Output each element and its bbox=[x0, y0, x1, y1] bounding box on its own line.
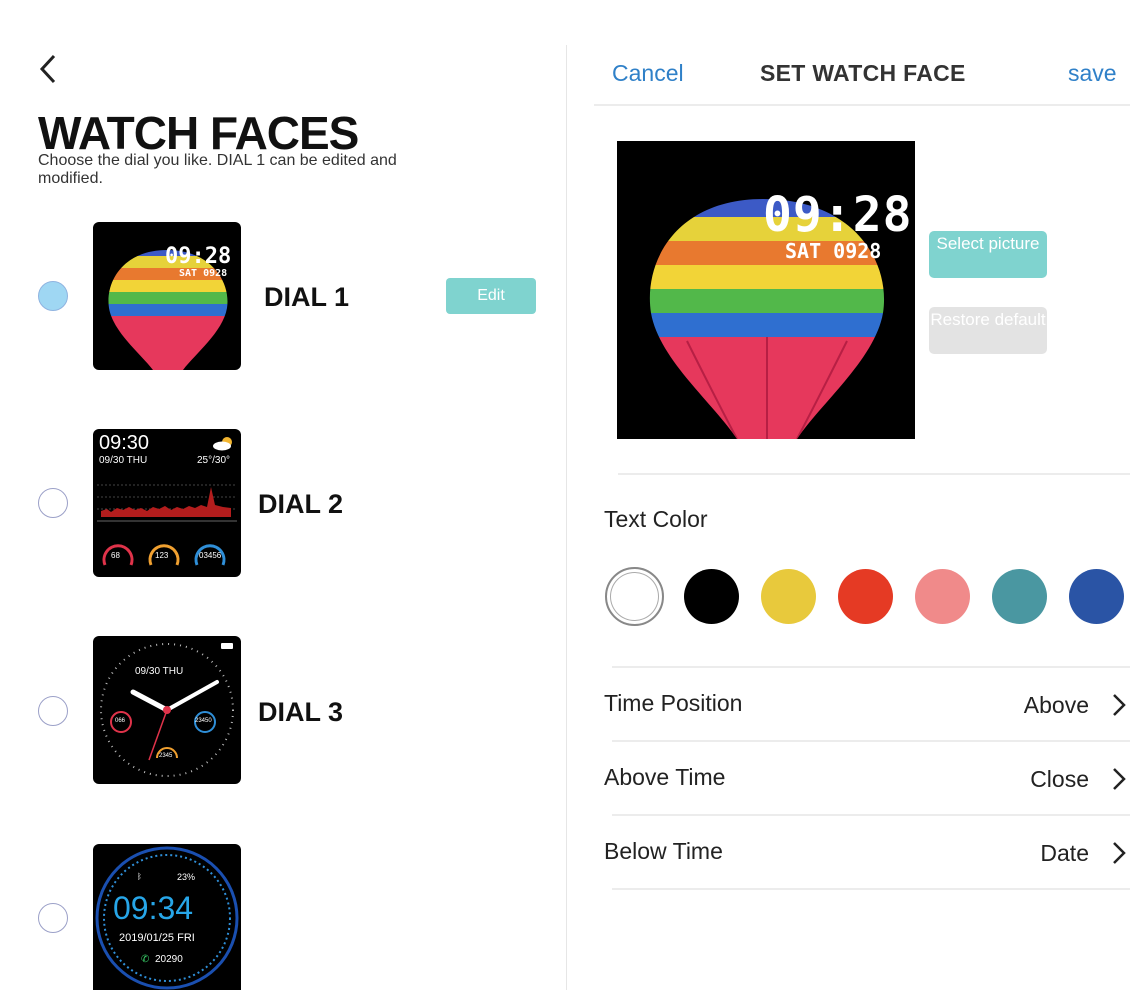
panel-divider bbox=[566, 45, 567, 990]
watch-face-preview: 09:28 SAT 0928 bbox=[617, 141, 915, 439]
color-swatch-black[interactable] bbox=[684, 569, 739, 624]
dial-3-label: DIAL 3 bbox=[258, 697, 344, 727]
color-swatch-yellow[interactable] bbox=[761, 569, 816, 624]
analog-watch-face bbox=[100, 643, 234, 777]
page-subtitle: Choose the dial you like. DIAL 1 can be … bbox=[38, 152, 397, 187]
setting-label: Below Time bbox=[604, 838, 723, 864]
setting-value: Above bbox=[1023, 692, 1089, 718]
heart-rate-graph bbox=[97, 484, 237, 522]
edit-button[interactable]: Edit bbox=[446, 278, 536, 314]
setting-row-below-time[interactable]: Below Time Date bbox=[604, 838, 1130, 878]
dial-2-stat-steps: 03456 bbox=[199, 551, 222, 560]
dial-4-date: 2019/01/25 FRI bbox=[119, 932, 195, 944]
dial-3-stat-steps: 23450 bbox=[195, 718, 212, 724]
panel-title: SET WATCH FACE bbox=[760, 60, 966, 86]
header-divider bbox=[594, 104, 1130, 106]
balloon-image bbox=[649, 199, 885, 439]
dial-1-radio[interactable] bbox=[38, 281, 68, 311]
dial-2-thumbnail[interactable]: 09:30 09/30 THU 25°/30° 68 123 03456 bbox=[93, 429, 241, 577]
chevron-right-icon bbox=[1113, 768, 1126, 790]
row-divider bbox=[612, 888, 1130, 890]
dial-3-stat-calories: 2345 bbox=[159, 753, 173, 759]
setting-row-time-position[interactable]: Time Position Above bbox=[604, 690, 1130, 730]
color-swatch-red[interactable] bbox=[838, 569, 893, 624]
section-divider bbox=[618, 473, 1130, 475]
dial-4-time: 09:34 bbox=[113, 890, 194, 926]
phone-icon: ✆ bbox=[141, 954, 150, 965]
dial-3-thumbnail[interactable]: 09/30 THU 066 23450 2345 bbox=[93, 636, 241, 784]
dial-4-thumbnail[interactable]: ᛒ 23% 09:34 2019/01/25 FRI ✆ 20290 bbox=[93, 844, 241, 990]
color-swatch-blue[interactable] bbox=[1069, 569, 1124, 624]
preview-date: SAT 0928 bbox=[785, 239, 882, 263]
dial-4-radio[interactable] bbox=[38, 903, 68, 933]
dial-2-stat-calories: 123 bbox=[155, 551, 169, 560]
setting-value: Date bbox=[1040, 840, 1089, 866]
save-button[interactable]: save bbox=[1068, 60, 1117, 87]
dial-3-radio[interactable] bbox=[38, 696, 68, 726]
preview-time: 09:28 bbox=[763, 187, 913, 243]
setting-label: Above Time bbox=[604, 764, 726, 790]
cancel-button[interactable]: Cancel bbox=[612, 60, 684, 87]
dial-2-label: DIAL 2 bbox=[258, 489, 344, 519]
row-divider bbox=[612, 740, 1130, 742]
dial-4-battery: 23% bbox=[177, 872, 196, 882]
weather-cloud-icon bbox=[213, 437, 232, 451]
select-picture-button[interactable]: Select picture bbox=[929, 231, 1047, 278]
setting-value: Close bbox=[1030, 766, 1089, 792]
back-chevron-icon[interactable] bbox=[38, 52, 68, 88]
dial-1-date: SAT 0928 bbox=[179, 268, 228, 279]
dial-1-time: 09:28 bbox=[165, 244, 232, 269]
dial-3-date: 09/30 THU bbox=[135, 666, 184, 677]
chevron-right-icon bbox=[1113, 842, 1126, 864]
dial-2-temp: 25°/30° bbox=[197, 455, 231, 466]
settings-divider bbox=[612, 666, 1130, 668]
battery-icon bbox=[221, 643, 233, 649]
dial-4-steps: 20290 bbox=[155, 954, 183, 965]
dial-3-stat-heart: 066 bbox=[115, 718, 126, 724]
setting-row-above-time[interactable]: Above Time Close bbox=[604, 764, 1130, 804]
setting-label: Time Position bbox=[604, 690, 743, 716]
dial-2-time: 09:30 bbox=[99, 432, 150, 454]
color-swatch-white[interactable] bbox=[605, 567, 664, 626]
row-divider bbox=[612, 814, 1130, 816]
dial-2-radio[interactable] bbox=[38, 488, 68, 518]
restore-default-button[interactable]: Restore default bbox=[929, 307, 1047, 354]
color-swatch-pink[interactable] bbox=[915, 569, 970, 624]
dial-2-date: 09/30 THU bbox=[99, 455, 148, 466]
bluetooth-icon: ᛒ bbox=[137, 872, 142, 881]
dial-1-label: DIAL 1 bbox=[264, 282, 350, 312]
color-swatch-teal[interactable] bbox=[992, 569, 1047, 624]
dial-1-thumbnail[interactable]: 09:28 SAT 0928 bbox=[93, 222, 241, 370]
chevron-right-icon bbox=[1113, 694, 1126, 716]
text-color-label: Text Color bbox=[604, 506, 708, 532]
dial-2-stat-heart: 68 bbox=[111, 551, 120, 560]
